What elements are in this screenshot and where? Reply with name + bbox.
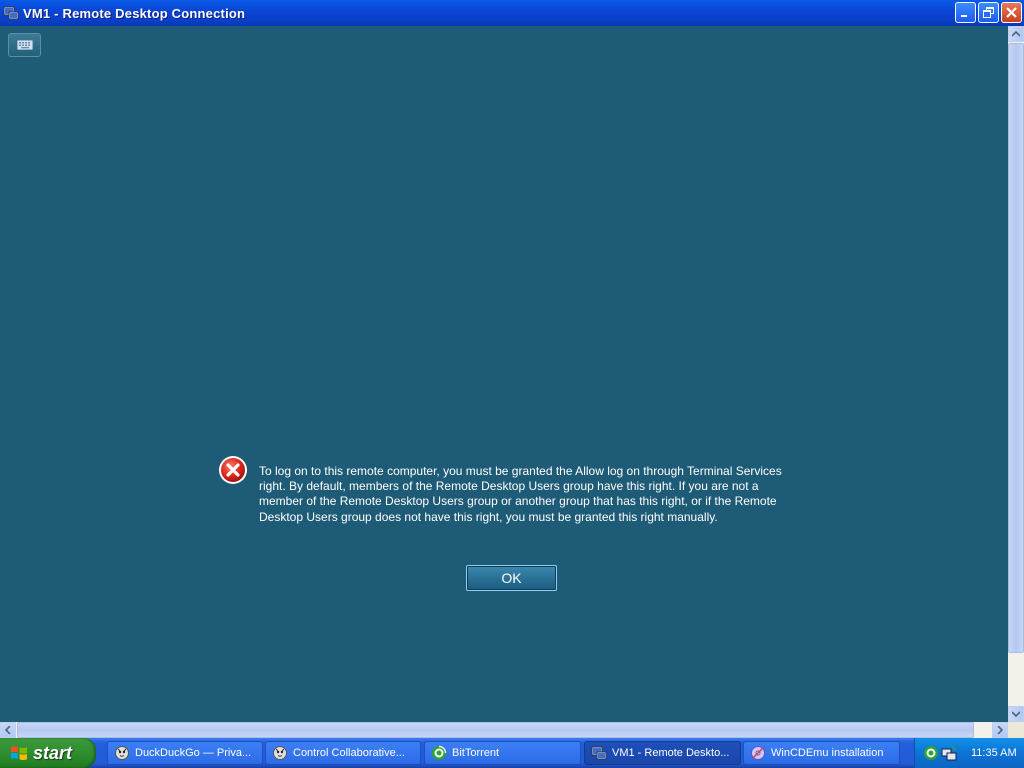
taskbar-item-label: DuckDuckGo — Priva...: [135, 747, 252, 759]
taskbar-item-label: BitTorrent: [452, 747, 500, 759]
taskbar: start DuckDuckGo — Priva... Control Coll…: [0, 738, 1024, 768]
bittorrent-icon: [432, 745, 447, 760]
horizontal-scroll-thumb[interactable]: [17, 722, 974, 738]
keyboard-icon: [16, 40, 33, 50]
clock[interactable]: 11:35 AM: [971, 747, 1017, 759]
restore-icon: [983, 7, 994, 18]
start-label: start: [33, 742, 73, 763]
taskbar-item-control-collaborative[interactable]: Control Collaborative...: [265, 741, 421, 765]
scroll-left-button[interactable]: [0, 722, 16, 738]
scrollbar-corner: [1008, 722, 1024, 738]
vertical-scroll-thumb[interactable]: [1008, 43, 1024, 653]
duckduckgo-icon: [273, 746, 287, 760]
window-title: VM1 - Remote Desktop Connection: [23, 5, 246, 21]
bittorrent-icon[interactable]: [923, 745, 939, 761]
arrow-right-icon: [997, 726, 1003, 734]
duckduckgo-icon: [115, 746, 129, 760]
scroll-down-button[interactable]: [1008, 706, 1024, 722]
taskbar-item-label: Control Collaborative...: [293, 747, 405, 759]
vertical-scrollbar[interactable]: [1008, 26, 1024, 722]
network-icon[interactable]: [941, 745, 957, 761]
ok-button[interactable]: OK: [466, 565, 557, 591]
window-titlebar[interactable]: VM1 - Remote Desktop Connection: [0, 0, 1024, 26]
restore-button[interactable]: [978, 2, 999, 23]
remote-session-area: [0, 26, 1008, 722]
taskbar-item-wincdemu[interactable]: WinCDEmu installation: [743, 741, 900, 765]
error-icon: [219, 456, 247, 484]
remote-desktop-icon: [3, 6, 19, 20]
system-tray: 11:35 AM: [914, 738, 1024, 768]
windows-logo-icon: [11, 746, 27, 761]
taskbar-item-duckduckgo[interactable]: DuckDuckGo — Priva...: [107, 741, 263, 765]
installer-icon: [751, 746, 765, 760]
close-icon: [1006, 7, 1017, 18]
scroll-up-button[interactable]: [1008, 26, 1024, 42]
remote-desktop-icon: [591, 746, 607, 760]
minimize-icon: [961, 15, 967, 17]
arrow-up-icon: [1012, 31, 1020, 37]
taskbar-item-label: VM1 - Remote Deskto...: [612, 747, 730, 759]
error-message: To log on to this remote computer, you m…: [259, 464, 782, 524]
arrow-down-icon: [1012, 711, 1020, 717]
start-button[interactable]: start: [0, 738, 96, 768]
taskbar-item-bittorrent[interactable]: BitTorrent: [424, 741, 581, 765]
taskbar-item-remote-desktop[interactable]: VM1 - Remote Deskto...: [584, 741, 741, 765]
horizontal-scrollbar[interactable]: [0, 722, 1008, 738]
scroll-right-button[interactable]: [992, 722, 1008, 738]
minimize-button[interactable]: [955, 2, 976, 23]
taskbar-item-label: WinCDEmu installation: [771, 747, 884, 759]
keyboard-button[interactable]: [8, 33, 41, 57]
arrow-left-icon: [5, 726, 11, 734]
close-button[interactable]: [1001, 2, 1022, 23]
